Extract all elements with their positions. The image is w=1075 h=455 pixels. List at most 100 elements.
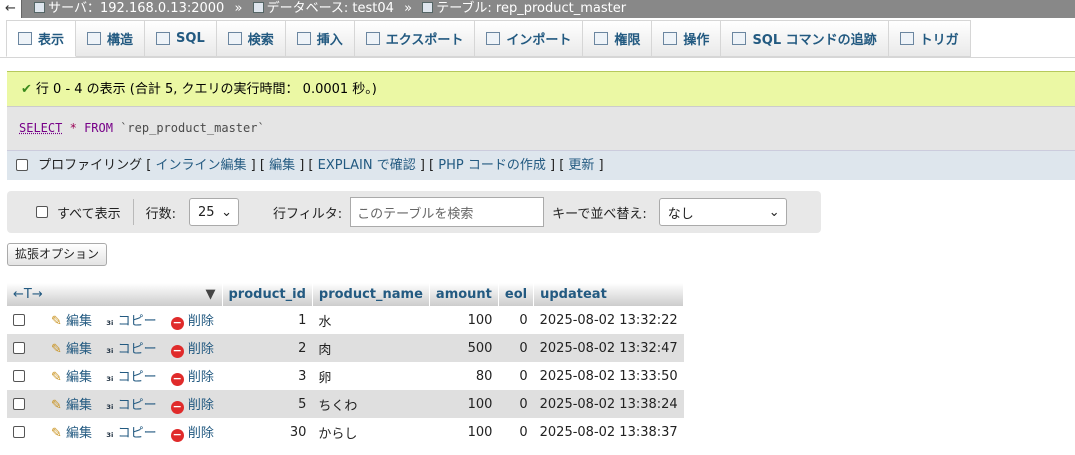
divider (132, 199, 134, 225)
tab-sql[interactable]: SQL (145, 20, 217, 57)
sort-triangle-icon[interactable]: ▼ (206, 287, 216, 302)
cell-updateat[interactable]: 2025-08-02 13:38:24 (533, 390, 684, 418)
wrench-icon (663, 32, 678, 45)
delete-action[interactable]: − 削除 (170, 370, 214, 386)
tab-bar: 表示 構造 SQL 検索 挿入 エクスポート インポート 権限 操作 SQL コ… (0, 18, 1075, 58)
cell-eol[interactable]: 0 (498, 362, 534, 390)
cell-eol[interactable]: 0 (498, 390, 534, 418)
cell-product-name[interactable]: 卵 (312, 362, 430, 390)
database-icon (252, 2, 264, 13)
sort-select[interactable]: なし ⌄ (658, 198, 787, 226)
tab-privileges[interactable]: 権限 (583, 20, 653, 57)
delete-action[interactable]: − 削除 (170, 426, 214, 442)
tab-insert[interactable]: 挿入 (285, 20, 355, 57)
breadcrumb-server[interactable]: サーバ：192.168.0.13:2000 (34, 1, 224, 16)
edit-action[interactable]: ✎ 編集 (51, 426, 92, 441)
edit-action[interactable]: ✎ 編集 (51, 342, 92, 357)
tab-tracking[interactable]: SQL コマンドの追跡 (721, 20, 889, 57)
success-message: ✔ 行 0 - 4 の表示 (合計 5, クエリの実行時間： 0.0001 秒。) (7, 71, 1075, 106)
row-checkbox[interactable] (13, 425, 25, 438)
tab-triggers[interactable]: トリガ (888, 20, 971, 57)
row-checkbox[interactable] (13, 313, 25, 326)
delete-action[interactable]: − 削除 (170, 342, 214, 358)
cell-updateat[interactable]: 2025-08-02 13:32:47 (533, 334, 684, 362)
edit-action[interactable]: ✎ 編集 (51, 370, 92, 385)
edit-action[interactable]: ✎ 編集 (51, 314, 92, 329)
rows-label: 行数: (145, 206, 176, 222)
pencil-icon: ✎ (51, 426, 62, 441)
extra-options-button[interactable]: 拡張オプション (7, 243, 108, 266)
rows-select[interactable]: 25 ⌄ (188, 198, 239, 226)
row-checkbox[interactable] (13, 341, 25, 354)
cell-product-name[interactable]: 水 (312, 306, 430, 334)
edit-link[interactable]: 編集 (269, 158, 295, 173)
cell-updateat[interactable]: 2025-08-02 13:32:22 (533, 306, 684, 334)
delete-action[interactable]: − 削除 (170, 314, 214, 330)
search-icon (227, 32, 242, 45)
cell-eol[interactable]: 0 (498, 418, 534, 446)
pencil-icon: ✎ (51, 314, 62, 329)
explain-link[interactable]: EXPLAIN で確認 (318, 158, 416, 173)
column-header-product-name[interactable]: product_name (312, 283, 430, 306)
cell-product-id[interactable]: 1 (222, 306, 313, 334)
cell-amount[interactable]: 100 (429, 390, 499, 418)
filter-input[interactable]: このテーブルを検索 (350, 197, 545, 227)
sql-keyword-select[interactable]: SELECT (19, 121, 62, 135)
copy-action[interactable]: ₃ᵢ コピー (106, 370, 156, 385)
column-toggle-arrows[interactable]: ←T→ (13, 287, 43, 302)
column-header-updateat[interactable]: updateat (533, 283, 685, 306)
trigger-icon (899, 32, 914, 45)
refresh-link[interactable]: 更新 (568, 158, 594, 173)
table-icon (422, 2, 434, 13)
row-checkbox[interactable] (13, 369, 25, 382)
cell-amount[interactable]: 100 (429, 306, 499, 334)
cell-product-name[interactable]: 肉 (312, 334, 430, 362)
cell-product-name[interactable]: からし (312, 418, 430, 446)
sort-label: キーで並べ替え: (552, 206, 647, 222)
sql-star: * (69, 121, 77, 135)
pencil-icon: ✎ (51, 342, 62, 357)
cell-amount[interactable]: 80 (429, 362, 499, 390)
copy-action[interactable]: ₃ᵢ コピー (106, 398, 156, 413)
delete-action[interactable]: − 削除 (170, 398, 214, 414)
column-header-amount[interactable]: amount (429, 283, 499, 306)
show-all-checkbox[interactable] (36, 206, 48, 218)
tab-structure[interactable]: 構造 (76, 20, 146, 57)
breadcrumb-table[interactable]: テーブル: rep_product_master (422, 1, 626, 16)
row-checkbox[interactable] (13, 397, 25, 410)
tab-export[interactable]: エクスポート (354, 20, 476, 57)
profiling-checkbox[interactable] (16, 159, 28, 171)
cell-updateat[interactable]: 2025-08-02 13:33:50 (533, 362, 684, 390)
checkmark-icon: ✔ (21, 82, 32, 97)
cell-amount[interactable]: 100 (429, 418, 499, 446)
insert-icon (296, 32, 311, 45)
sql-table-name: `rep_product_master` (120, 121, 265, 135)
cell-product-id[interactable]: 3 (222, 362, 313, 390)
cell-eol[interactable]: 0 (498, 306, 534, 334)
cell-product-id[interactable]: 5 (222, 390, 313, 418)
cell-product-id[interactable]: 30 (222, 418, 313, 446)
column-header-eol[interactable]: eol (498, 283, 535, 306)
table-row: ✎ 編集 ₃ᵢ コピー − 削除 2 肉 500 0 2025-08-02 13… (7, 334, 684, 362)
inline-edit-link[interactable]: インライン編集 (156, 158, 247, 173)
breadcrumb-database[interactable]: データベース: test04 (252, 1, 394, 16)
tab-search[interactable]: 検索 (216, 20, 286, 57)
row-actions: ✎ 編集 ₃ᵢ コピー − 削除 (41, 362, 222, 390)
cell-eol[interactable]: 0 (498, 334, 534, 362)
back-arrow-icon[interactable]: ← (0, 0, 22, 18)
cell-product-id[interactable]: 2 (222, 334, 313, 362)
cell-amount[interactable]: 500 (429, 334, 499, 362)
edit-action[interactable]: ✎ 編集 (51, 398, 92, 413)
tab-browse[interactable]: 表示 (6, 20, 77, 57)
breadcrumb: ← サーバ：192.168.0.13:2000 » データベース: test04… (0, 0, 1075, 18)
php-code-link[interactable]: PHP コードの作成 (438, 158, 546, 173)
tab-import[interactable]: インポート (475, 20, 584, 57)
cell-updateat[interactable]: 2025-08-02 13:38:37 (533, 418, 684, 446)
tab-operations[interactable]: 操作 (652, 20, 722, 57)
copy-action[interactable]: ₃ᵢ コピー (106, 426, 156, 441)
cell-product-name[interactable]: ちくわ (312, 390, 430, 418)
copy-action[interactable]: ₃ᵢ コピー (106, 314, 156, 329)
column-arrows-header: ←T→ ▼ (7, 283, 223, 306)
column-header-product-id[interactable]: product_id (222, 283, 313, 306)
copy-action[interactable]: ₃ᵢ コピー (106, 342, 156, 357)
